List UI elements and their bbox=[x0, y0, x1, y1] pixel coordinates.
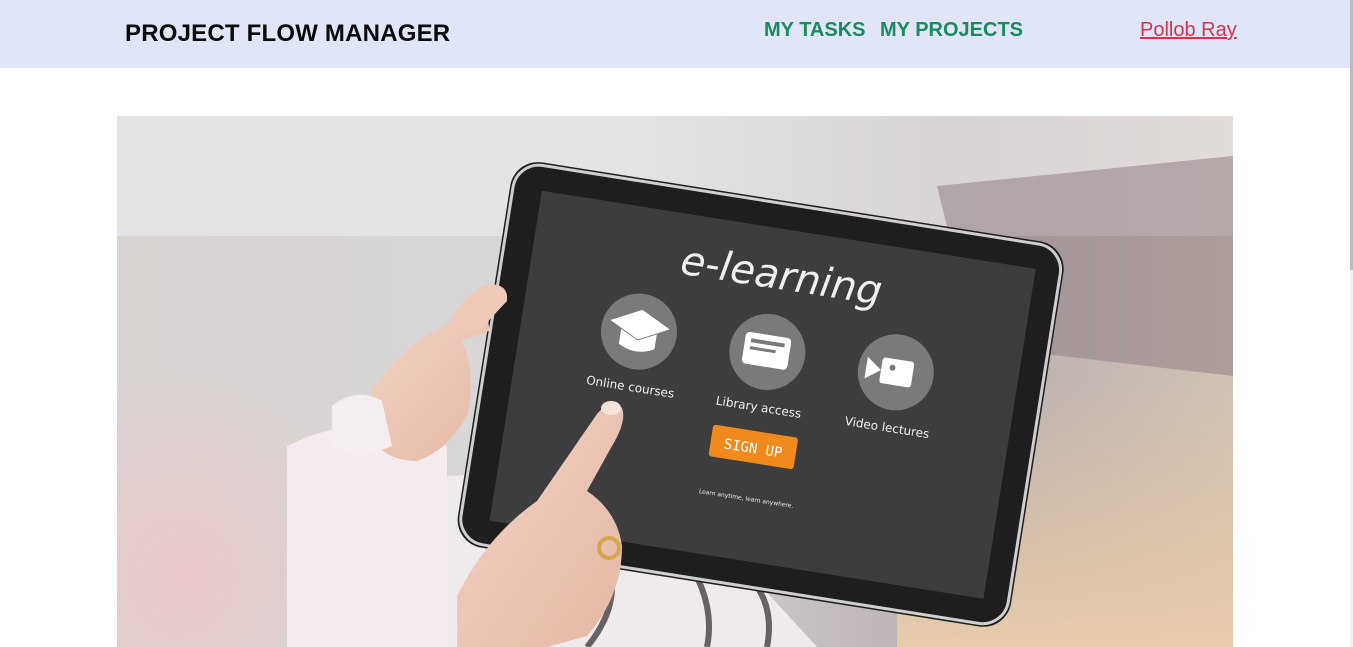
sweater-sleeve bbox=[287, 426, 447, 647]
hero-image: e-learning Online courses Library access bbox=[117, 116, 1233, 647]
nav-my-projects[interactable]: MY PROJECTS bbox=[880, 19, 1023, 42]
top-navbar: PROJECT FLOW MANAGER MY TASKS MY PROJECT… bbox=[0, 0, 1350, 68]
user-profile-link[interactable]: Pollob Ray bbox=[1140, 19, 1237, 42]
nav-my-tasks[interactable]: MY TASKS bbox=[764, 19, 866, 42]
brand-title[interactable]: PROJECT FLOW MANAGER bbox=[125, 20, 450, 48]
elearning-illustration: e-learning Online courses Library access bbox=[117, 116, 1233, 647]
